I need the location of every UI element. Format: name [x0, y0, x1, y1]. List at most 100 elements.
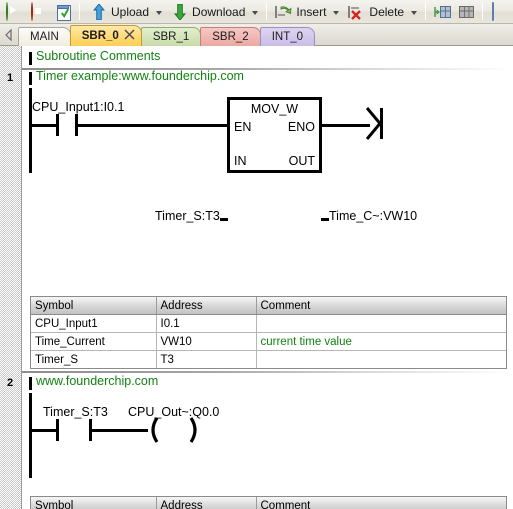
mov-w-out-operand[interactable]: Time_C~:VW10	[329, 209, 417, 223]
cell-symbol: CPU_Input1	[31, 314, 157, 333]
rung1-eno-arrow-icon	[366, 107, 383, 140]
rung-number-1: 1	[6, 72, 14, 84]
upload-arrow-icon	[90, 3, 108, 21]
upload-button[interactable]: Upload	[88, 1, 151, 23]
compile-button[interactable]	[53, 1, 75, 23]
rung1-wire-a	[29, 124, 56, 127]
mov-w-in-pin: IN	[234, 154, 247, 168]
rung1-contact-left-bar[interactable]	[56, 114, 59, 136]
rung2-wire-a	[29, 429, 56, 432]
rung-2-symbol-table[interactable]: Symbol Address Comment CPU_Output0 Q0.0 …	[30, 496, 507, 509]
cell-address: I0.1	[156, 314, 257, 333]
toolbar-separator	[79, 3, 80, 20]
ladder-editor-canvas[interactable]: Subroutine Comments 1 Timer example:www.…	[0, 46, 513, 509]
insert-dropdown-arrow-icon[interactable]	[333, 10, 340, 15]
plc-ladder-editor-window: Upload Download Insert Delete MAIN SBR_0…	[0, 0, 513, 509]
col-header-comment: Comment	[256, 497, 506, 509]
toolbar-separator-4	[482, 3, 484, 20]
rung2-coil-icon[interactable]	[146, 416, 202, 444]
tab-main[interactable]: MAIN	[18, 27, 71, 46]
program-block-icon	[458, 3, 476, 21]
delete-row-icon	[348, 3, 366, 21]
tab-sbr1-label: SBR_1	[152, 31, 190, 43]
subroutine-comment-tick	[29, 52, 32, 65]
tab-scroll-left-icon[interactable]	[3, 28, 15, 42]
rung1-comment-tick	[29, 72, 32, 85]
new-network-button[interactable]	[489, 1, 511, 23]
run-button[interactable]	[3, 1, 25, 23]
rung2-wire-b	[89, 429, 148, 432]
tab-int0[interactable]: INT_0	[259, 27, 316, 46]
upload-label: Upload	[111, 4, 150, 19]
stop-button[interactable]	[28, 1, 50, 23]
rung-1-symbol-table[interactable]: Symbol Address Comment CPU_Input1 I0.1 T…	[30, 296, 507, 369]
cell-address: VW10	[156, 332, 257, 351]
toolbar-separator-2	[266, 3, 268, 20]
subroutine-comments-label[interactable]: Subroutine Comments	[36, 49, 160, 63]
table-header-row: Symbol Address Comment	[31, 297, 506, 315]
mov-w-out-pin: OUT	[288, 154, 315, 168]
rung1-eno-wire	[322, 124, 370, 127]
tab-sbr2-label: SBR_2	[212, 31, 249, 43]
rung-2-comment[interactable]: www.founderchip.com	[36, 374, 158, 388]
main-toolbar: Upload Download Insert Delete	[0, 0, 513, 24]
cell-comment	[256, 351, 506, 369]
table-row[interactable]: CPU_Input1 I0.1	[31, 314, 506, 333]
rounded-rect-icon	[491, 1, 509, 21]
table-row[interactable]: Timer_S T3	[31, 350, 506, 369]
ladder-view-icon	[434, 3, 452, 21]
rung-1-comment[interactable]: Timer example:www.founderchip.com	[36, 69, 244, 83]
mov-w-eno-pin: ENO	[287, 120, 315, 134]
upload-dropdown-arrow-icon[interactable]	[156, 10, 163, 15]
download-button[interactable]: Download	[169, 1, 247, 23]
cell-comment	[256, 314, 506, 333]
tab-int0-label: INT_0	[271, 31, 304, 43]
power-rail-2	[29, 393, 32, 478]
table-row[interactable]: Time_Current VW10 current time value	[31, 332, 506, 351]
tab-main-label: MAIN	[30, 31, 59, 43]
rung2-comment-tick	[29, 377, 32, 390]
col-header-comment: Comment	[256, 297, 506, 315]
toolbar-separator-3	[425, 3, 427, 20]
rung1-wire-b	[75, 124, 227, 127]
col-header-symbol: Symbol	[31, 497, 157, 509]
table-header-row: Symbol Address Comment	[31, 497, 506, 509]
mov-w-in-stub	[220, 218, 228, 221]
mov-w-out-stub	[321, 218, 329, 221]
tab-sbr2[interactable]: SBR_2	[200, 27, 261, 46]
col-header-address: Address	[156, 497, 257, 509]
view-stl-button[interactable]	[456, 1, 478, 23]
rung-number-2: 2	[6, 377, 14, 389]
mov-w-instruction-box[interactable]: MOV_W EN ENO IN OUT	[227, 97, 322, 173]
mov-w-title: MOV_W	[250, 102, 299, 116]
close-icon[interactable]	[124, 29, 135, 40]
insert-button[interactable]: Insert	[273, 1, 328, 23]
insert-row-icon	[275, 3, 293, 21]
play-icon	[5, 1, 23, 21]
delete-dropdown-arrow-icon[interactable]	[411, 10, 418, 15]
cell-comment: current time value	[256, 332, 506, 351]
col-header-symbol: Symbol	[31, 297, 157, 315]
download-arrow-icon	[171, 3, 189, 21]
col-header-address: Address	[156, 297, 257, 315]
cell-symbol: Time_Current	[31, 332, 157, 351]
rung-divider-1	[22, 371, 513, 373]
download-dropdown-arrow-icon[interactable]	[252, 10, 259, 15]
tab-sbr0-label: SBR_0	[81, 30, 119, 42]
compile-check-icon	[55, 3, 73, 21]
delete-label: Delete	[369, 4, 405, 19]
view-ladder-button[interactable]	[432, 1, 454, 23]
rung2-contact-label[interactable]: Timer_S:T3	[43, 405, 108, 419]
subroutine-tab-strip: MAIN SBR_0 SBR_1 SBR_2 INT_0	[0, 24, 513, 46]
cell-symbol: Timer_S	[31, 350, 157, 368]
mov-w-in-operand[interactable]: Timer_S:T3	[155, 209, 220, 223]
tab-sbr1[interactable]: SBR_1	[140, 27, 202, 46]
insert-label: Insert	[296, 4, 327, 19]
rung1-contact-label[interactable]: CPU_Input1:I0.1	[32, 100, 124, 114]
delete-button[interactable]: Delete	[346, 1, 406, 23]
rung2-contact-left-bar[interactable]	[56, 419, 59, 441]
editor-gutter	[0, 46, 22, 509]
tab-sbr0[interactable]: SBR_0	[69, 25, 142, 46]
download-label: Download	[192, 4, 246, 19]
mov-w-en-pin: EN	[234, 120, 252, 134]
